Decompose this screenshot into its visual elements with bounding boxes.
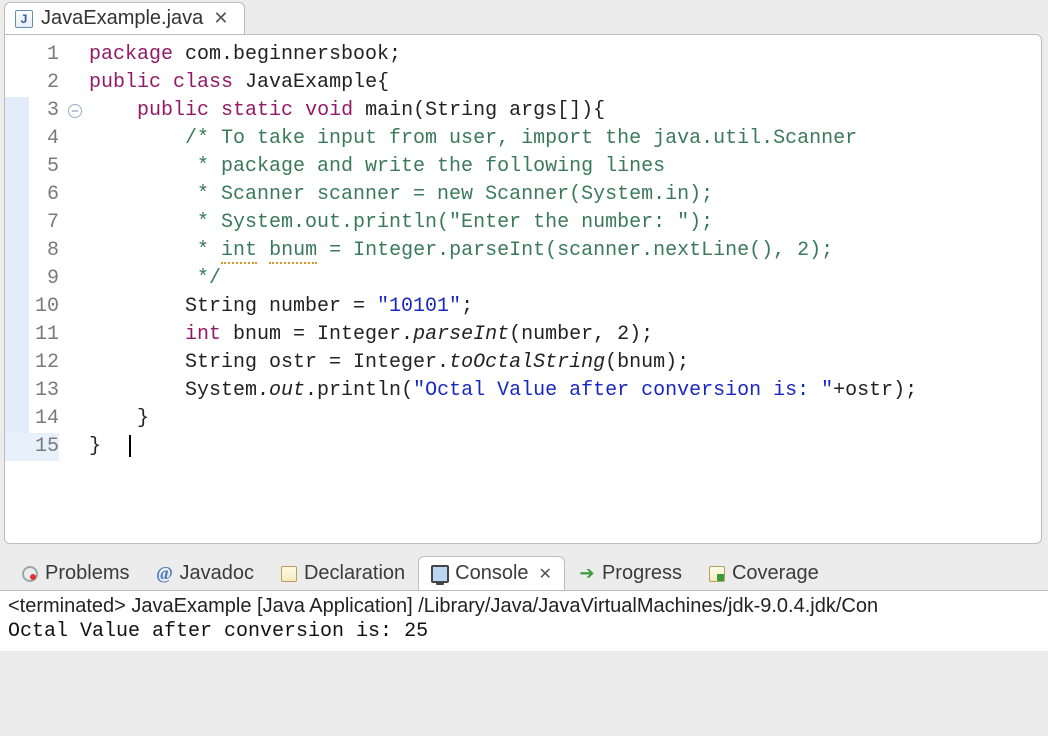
fold-column (65, 41, 85, 543)
view-tab-progress[interactable]: ➔ Progress (565, 556, 695, 590)
code-line[interactable]: * package and write the following lines (89, 153, 1041, 181)
bottom-panel: Problems @ Javadoc Declaration Console ✕ ➔ Prog… (0, 556, 1048, 651)
line-number: 15 (29, 433, 59, 461)
code-line[interactable]: public class JavaExample{ (89, 69, 1041, 97)
view-tab-label: Coverage (732, 562, 819, 585)
line-number: 8 (29, 237, 59, 265)
line-number: 14 (29, 405, 59, 433)
view-tab-javadoc[interactable]: @ Javadoc (142, 556, 267, 590)
editor-body: 123456789101112131415 package com.beginn… (4, 34, 1042, 544)
view-tab-label: Console (455, 562, 528, 585)
code-line[interactable]: package com.beginnersbook; (89, 41, 1041, 69)
code-line[interactable]: int bnum = Integer.parseInt(number, 2); (89, 321, 1041, 349)
code-line[interactable]: System.out.println("Octal Value after co… (89, 377, 1041, 405)
view-tab-label: Progress (602, 562, 682, 585)
view-tab-declaration[interactable]: Declaration (267, 556, 418, 590)
code-line[interactable]: */ (89, 265, 1041, 293)
coverage-icon (708, 565, 726, 583)
line-number: 10 (29, 293, 59, 321)
editor-tab-filename: JavaExample.java (41, 7, 203, 30)
view-tab-console[interactable]: Console ✕ (418, 556, 565, 590)
close-icon[interactable]: ✕ (211, 8, 230, 29)
code-line[interactable]: * int bnum = Integer.parseInt(scanner.ne… (89, 237, 1041, 265)
view-tab-label: Javadoc (179, 562, 254, 585)
java-file-icon: J (15, 10, 33, 28)
line-number: 7 (29, 209, 59, 237)
javadoc-icon: @ (155, 565, 173, 583)
line-number: 13 (29, 377, 59, 405)
view-tabs: Problems @ Javadoc Declaration Console ✕ ➔ Prog… (0, 556, 1048, 590)
fold-toggle-icon[interactable] (68, 104, 82, 118)
console-status: <terminated> JavaExample [Java Applicati… (8, 595, 1040, 618)
code-line[interactable]: /* To take input from user, import the j… (89, 125, 1041, 153)
line-number: 2 (29, 69, 59, 97)
console-body: <terminated> JavaExample [Java Applicati… (0, 590, 1048, 651)
code-line[interactable]: } (89, 433, 1041, 461)
console-output: Octal Value after conversion is: 25 (8, 620, 1040, 643)
line-number-column: 123456789101112131415 (29, 41, 65, 543)
line-number: 5 (29, 153, 59, 181)
code-line[interactable]: public static void main(String args[]){ (89, 97, 1041, 125)
gutter: 123456789101112131415 (5, 35, 85, 543)
line-number: 11 (29, 321, 59, 349)
line-number: 4 (29, 125, 59, 153)
code-line[interactable]: } (89, 405, 1041, 433)
line-number: 3 (29, 97, 59, 125)
view-tab-coverage[interactable]: Coverage (695, 556, 832, 590)
code-area[interactable]: package com.beginnersbook;public class J… (85, 35, 1041, 543)
code-line[interactable]: * Scanner scanner = new Scanner(System.i… (89, 181, 1041, 209)
editor-area: J JavaExample.java ✕ 1234567891011121314… (0, 0, 1048, 544)
line-number: 12 (29, 349, 59, 377)
code-line[interactable]: String number = "10101"; (89, 293, 1041, 321)
progress-icon: ➔ (578, 565, 596, 583)
code-line[interactable]: String ostr = Integer.toOctalString(bnum… (89, 349, 1041, 377)
line-number: 6 (29, 181, 59, 209)
view-tab-problems[interactable]: Problems (8, 556, 142, 590)
problems-icon (21, 565, 39, 583)
line-number: 1 (29, 41, 59, 69)
marker-column (5, 41, 29, 543)
close-icon[interactable]: ✕ (539, 564, 552, 584)
view-tab-label: Problems (45, 562, 129, 585)
line-number: 9 (29, 265, 59, 293)
declaration-icon (280, 565, 298, 583)
code-line[interactable]: * System.out.println("Enter the number: … (89, 209, 1041, 237)
editor-tab[interactable]: J JavaExample.java ✕ (4, 2, 245, 34)
console-icon (431, 565, 449, 583)
view-tab-label: Declaration (304, 562, 405, 585)
